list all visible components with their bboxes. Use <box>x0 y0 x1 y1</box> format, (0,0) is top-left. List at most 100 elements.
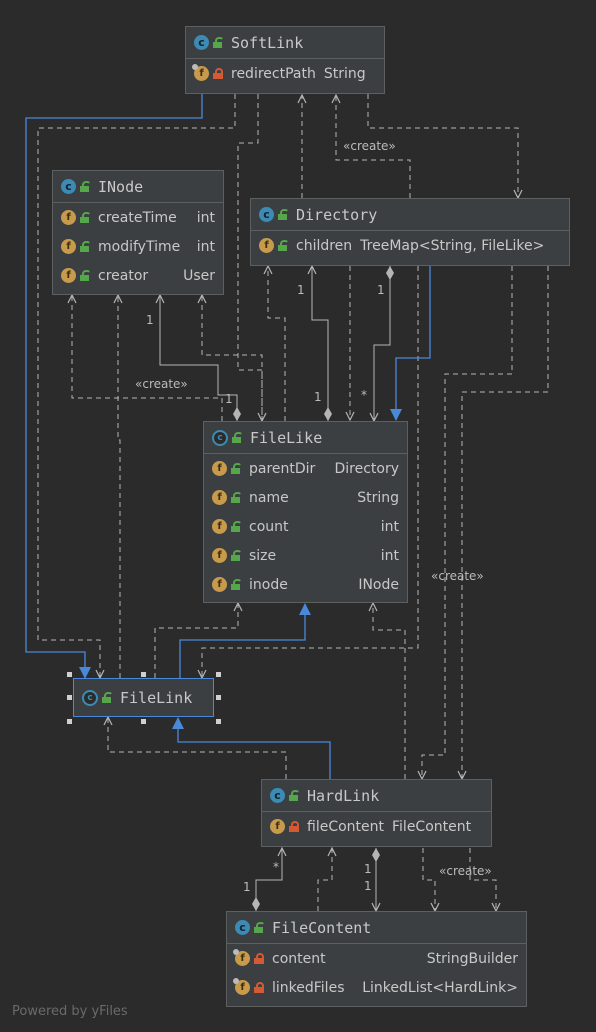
private-icon <box>254 953 264 964</box>
class-header: c FileLink <box>74 679 213 716</box>
private-icon <box>213 68 223 79</box>
field-name: createTime <box>98 209 177 226</box>
mult-children-many: * <box>361 388 367 402</box>
field-name: content <box>272 950 326 967</box>
field-icon: f <box>61 239 76 254</box>
field-row: f parentDir Directory <box>204 454 407 483</box>
class-softlink[interactable]: c SoftLink f redirectPath String <box>185 26 385 94</box>
resize-handle[interactable] <box>216 695 221 700</box>
class-icon: c <box>270 788 285 803</box>
class-hardlink[interactable]: c HardLink f fileContent FileContent <box>261 779 492 847</box>
dep-directory-hardlink-a <box>422 266 513 779</box>
class-header: c HardLink <box>262 780 491 812</box>
mult-directory-parent-1: 1 <box>297 283 305 297</box>
class-icon: c <box>259 207 274 222</box>
powered-by-footer: Powered by yFiles <box>12 1004 128 1019</box>
field-icon: f <box>212 548 227 563</box>
create-label-softlink-directory: «create» <box>343 139 396 153</box>
class-name: FileContent <box>272 918 372 937</box>
field-type: String <box>323 65 366 82</box>
field-icon: f <box>270 819 285 834</box>
class-header: c INode <box>53 171 223 203</box>
class-inode[interactable]: c INode f createTime int f modifyTime in… <box>52 170 224 295</box>
dep-hardlink-filelike <box>373 603 406 779</box>
field-icon: f <box>233 978 250 995</box>
resize-handle[interactable] <box>216 719 221 724</box>
class-name: SoftLink <box>231 33 304 52</box>
resize-handle[interactable] <box>67 719 72 724</box>
field-name: modifyTime <box>98 238 181 255</box>
mult-inode-1: 1 <box>146 313 154 327</box>
field-icon: f <box>233 949 250 966</box>
create-label-hardlink-filecontent: «create» <box>439 864 492 878</box>
field-type: FileContent <box>392 818 472 835</box>
dep-filelike-directory <box>268 266 286 421</box>
field-type: int <box>196 209 215 226</box>
field-type: int <box>380 547 399 564</box>
field-icon: f <box>259 238 274 253</box>
class-header: c FileContent <box>227 912 526 944</box>
field-icon: f <box>61 210 76 225</box>
class-filecontent[interactable]: c FileContent f content StringBuilder f … <box>226 911 527 1007</box>
field-type: Directory <box>334 460 399 477</box>
field-icon: f <box>212 577 227 592</box>
field-type: LinkedList<HardLink> <box>362 979 518 996</box>
field-type: int <box>380 518 399 535</box>
public-icon <box>232 432 243 443</box>
public-icon <box>80 270 91 281</box>
class-header: c Directory <box>251 199 569 231</box>
public-icon <box>213 37 224 48</box>
field-row: f fileContent FileContent <box>262 812 491 841</box>
class-filelink[interactable]: c FileLink <box>73 678 214 717</box>
public-icon <box>278 209 289 220</box>
field-type: int <box>196 238 215 255</box>
inherit-hardlink-filelink <box>172 717 331 779</box>
field-row: f children TreeMap<String, FileLike> <box>251 231 569 260</box>
public-icon <box>231 463 242 474</box>
class-filelike[interactable]: c FileLike f parentDir Directory f name … <box>203 421 408 603</box>
public-icon <box>231 492 242 503</box>
dep-filecontent-hardlink <box>317 848 332 911</box>
field-name: creator <box>98 267 149 284</box>
resize-handle[interactable] <box>216 672 221 677</box>
public-icon <box>278 240 289 251</box>
class-icon: c <box>235 920 250 935</box>
field-icon: f <box>212 461 227 476</box>
resize-handle[interactable] <box>141 672 146 677</box>
dep-hardlink-filelink <box>108 717 287 779</box>
public-icon <box>80 241 91 252</box>
resize-handle[interactable] <box>67 672 72 677</box>
public-icon <box>231 550 242 561</box>
field-row: f createTime int <box>53 203 223 232</box>
resize-handle[interactable] <box>141 719 146 724</box>
dep-hardlink-filecontent-b <box>469 848 496 911</box>
field-icon: f <box>61 268 76 283</box>
field-icon: f <box>212 490 227 505</box>
class-header: c SoftLink <box>186 27 384 59</box>
field-name: redirectPath <box>231 65 316 82</box>
private-icon <box>289 821 299 832</box>
mult-directory-children-1: 1 <box>377 283 385 297</box>
class-icon: c <box>194 35 209 50</box>
field-type: TreeMap<String, FileLike> <box>360 237 545 254</box>
create-label-filelike-inode: «create» <box>135 377 188 391</box>
inherit-directory-filelike <box>390 266 431 421</box>
mult-hardlink-content-1a: 1 <box>364 862 372 876</box>
field-name: fileContent <box>307 818 384 835</box>
field-row: f count int <box>204 512 407 541</box>
field-row: f redirectPath String <box>186 59 384 88</box>
class-directory[interactable]: c Directory f children TreeMap<String, F… <box>250 198 570 266</box>
field-type: StringBuilder <box>426 950 518 967</box>
field-name: children <box>296 237 353 254</box>
resize-handle[interactable] <box>67 695 72 700</box>
dep-filelink-inode <box>118 295 120 678</box>
dep-hardlink-filecontent-a <box>422 848 435 911</box>
create-label-directory-hardlink: «create» <box>431 569 484 583</box>
mult-filelike-inode-1: 1 <box>225 392 233 406</box>
class-icon: c <box>61 179 76 194</box>
field-type: INode <box>358 576 399 593</box>
mult-hardlink-many: * <box>273 860 279 874</box>
mult-filelike-parent-1: 1 <box>314 390 322 404</box>
field-row: f size int <box>204 541 407 570</box>
class-header: c FileLike <box>204 422 407 454</box>
